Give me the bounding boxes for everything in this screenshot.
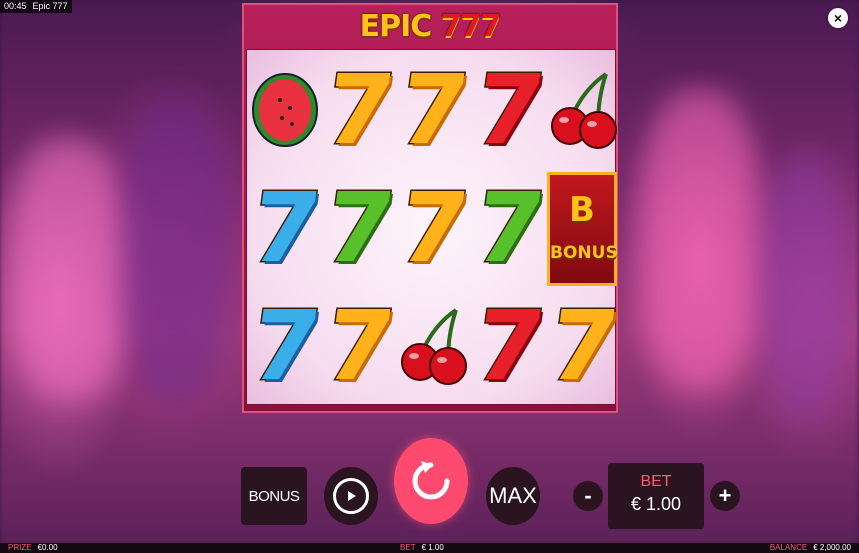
bonus-letter: B xyxy=(569,190,595,230)
seven-glyph: 7 xyxy=(316,171,402,286)
game-name: Epic 777 xyxy=(32,1,68,11)
watermelon-symbol xyxy=(249,62,321,158)
seven-gold-symbol: 7 xyxy=(316,289,402,404)
bet-display: BET € 1.00 xyxy=(608,463,704,529)
top-info-bar: 00:45 Epic 777 xyxy=(0,0,72,13)
seven-glyph: 7 xyxy=(316,53,402,168)
seven-glyph: 7 xyxy=(466,171,552,286)
bet-readout: BET € 1.00 xyxy=(400,543,444,553)
seven-red-symbol: 7 xyxy=(466,289,552,404)
autoplay-icon xyxy=(333,478,369,514)
spin-button[interactable] xyxy=(394,438,468,524)
clock: 00:45 xyxy=(4,1,27,11)
status-bet-label: BET xyxy=(400,543,416,552)
balance-label: BALANCE xyxy=(769,543,808,552)
close-button[interactable]: × xyxy=(828,8,848,28)
seven-red-symbol: 7 xyxy=(466,53,552,168)
seven-glyph: 7 xyxy=(390,171,476,286)
seven-blue-symbol: 7 xyxy=(242,171,328,286)
seven-glyph: 7 xyxy=(316,289,402,404)
bonus-symbol: B BONUS xyxy=(547,172,618,286)
logo-word: EPIC xyxy=(359,9,433,44)
seven-blue-symbol: 7 xyxy=(242,289,328,404)
seven-gold-symbol: 7 xyxy=(390,53,476,168)
seven-glyph: 7 xyxy=(242,289,328,404)
logo-number: 777 xyxy=(440,9,502,44)
seven-glyph: 7 xyxy=(466,289,552,404)
bet-label: BET xyxy=(640,473,672,490)
seven-gold-symbol: 7 xyxy=(540,289,626,404)
status-bet-value: € 1.00 xyxy=(421,543,444,552)
status-bar: PRIZE €0.00 BET € 1.00 BALANCE € 2,000.00 xyxy=(0,543,859,553)
bonus-buy-button[interactable]: BONUS xyxy=(241,467,307,525)
seven-glyph: 7 xyxy=(466,53,552,168)
seven-green-symbol: 7 xyxy=(316,171,402,286)
cherry-symbol xyxy=(397,298,469,394)
seven-glyph: 7 xyxy=(242,171,328,286)
bet-increase-button[interactable]: + xyxy=(710,481,740,511)
prize-readout: PRIZE €0.00 xyxy=(8,543,58,553)
max-bet-button[interactable]: MAX xyxy=(486,467,540,525)
seven-glyph: 7 xyxy=(540,289,626,404)
bet-decrease-button[interactable]: - xyxy=(573,481,603,511)
bet-value: € 1.00 xyxy=(630,494,682,514)
prize-value: €0.00 xyxy=(37,543,58,552)
balance-readout: BALANCE € 2,000.00 xyxy=(770,543,851,553)
autoplay-button[interactable] xyxy=(324,467,378,525)
prize-label: PRIZE xyxy=(8,543,32,552)
seven-glyph: 7 xyxy=(390,53,476,168)
seven-gold-symbol: 7 xyxy=(316,53,402,168)
seven-green-symbol: 7 xyxy=(466,171,552,286)
slot-machine: EPIC 777 B BONUS 77777777777 xyxy=(242,3,626,413)
seven-gold-symbol: 7 xyxy=(390,171,476,286)
spin-icon xyxy=(412,461,450,500)
game-logo: EPIC 777 xyxy=(244,7,616,47)
bonus-text: BONUS xyxy=(550,243,618,263)
cherry-symbol xyxy=(547,62,619,158)
reel-grid: B BONUS 77777777777 xyxy=(242,49,626,405)
balance-value: € 2,000.00 xyxy=(813,543,851,552)
